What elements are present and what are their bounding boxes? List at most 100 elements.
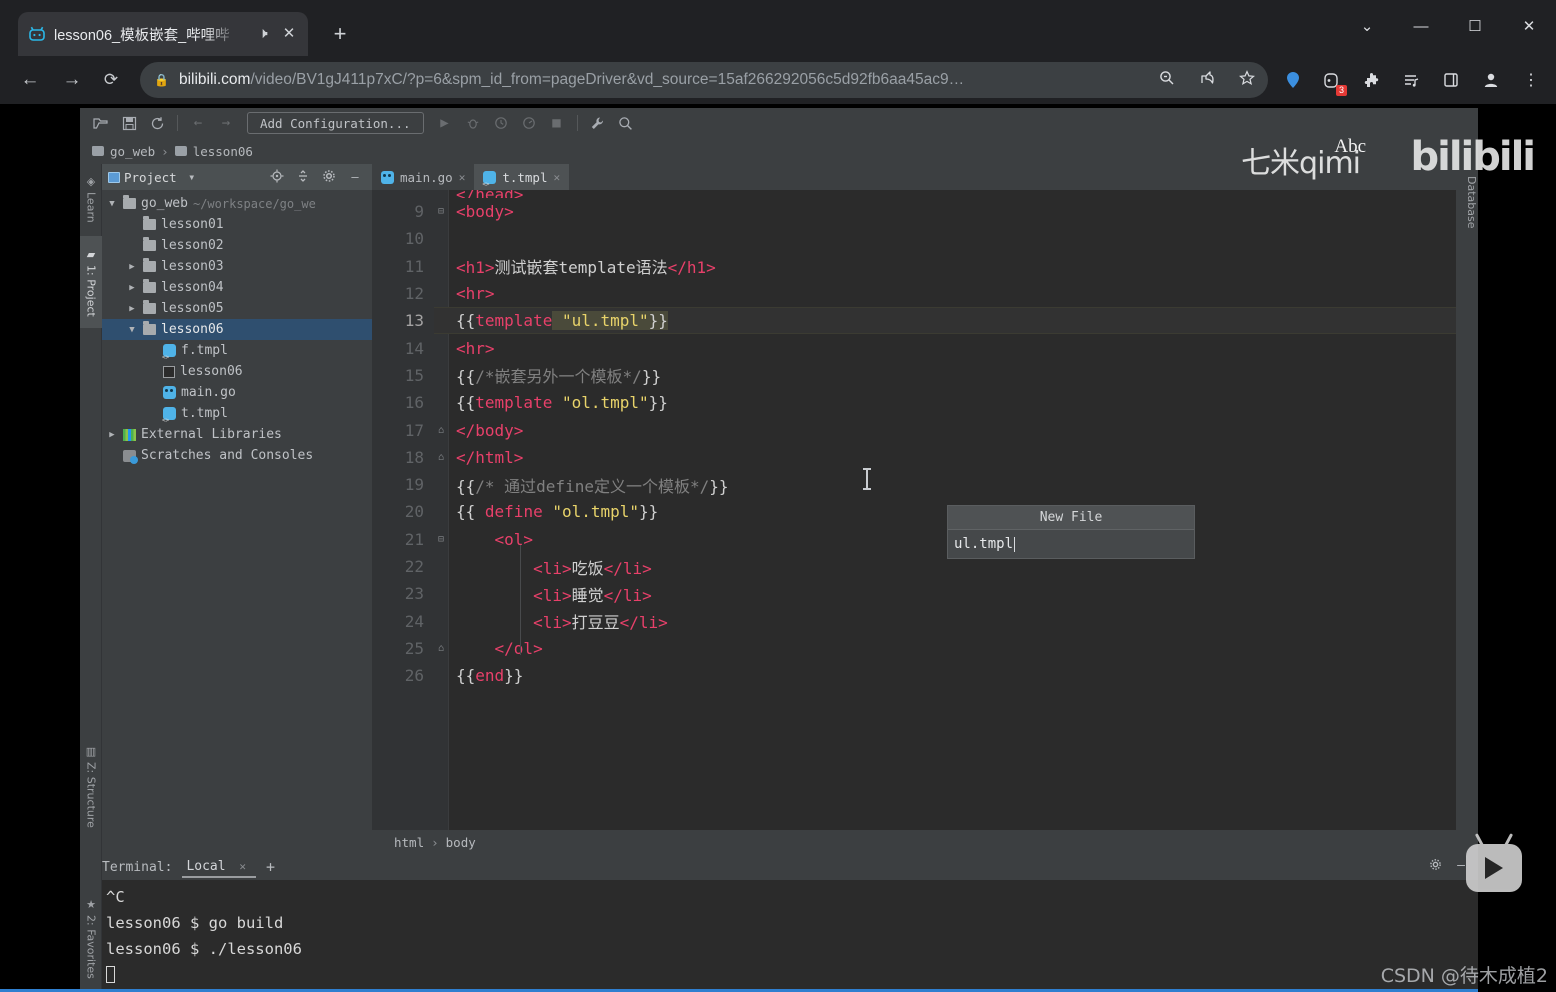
expand-arrow-icon[interactable]: ▼: [126, 325, 138, 335]
side-panel-icon[interactable]: [1436, 66, 1466, 94]
target-icon[interactable]: [266, 169, 288, 186]
fold-marker[interactable]: ⊟: [434, 206, 448, 217]
tab-main-go[interactable]: main.go ✕: [372, 164, 474, 190]
tree-item-external-libraries[interactable]: ▶ External Libraries: [102, 424, 372, 445]
editor-breadcrumb-item-0[interactable]: html: [394, 835, 424, 850]
run-icon[interactable]: ▶: [432, 111, 458, 135]
breadcrumb-item-1[interactable]: lesson06: [193, 144, 253, 159]
speaker-icon[interactable]: 🕨: [254, 25, 272, 43]
minimize-icon[interactable]: —: [344, 170, 366, 184]
open-folder-icon[interactable]: [88, 111, 114, 135]
browser-tab[interactable]: lesson06_模板嵌套_哔哩哔 🕨 ✕: [18, 12, 308, 56]
terminal-tab-local[interactable]: Local ✕: [182, 857, 257, 878]
new-file-dialog[interactable]: New File ul.tmpl: [947, 505, 1195, 559]
go-template-file-icon: [162, 407, 176, 424]
run-coverage-icon[interactable]: [488, 111, 514, 135]
add-terminal-button[interactable]: +: [266, 858, 275, 876]
tab-t-tmpl[interactable]: t.tmpl ✕: [474, 164, 570, 190]
url-bar[interactable]: 🔒 bilibili.com/video/BV1gJ411p7xC/?p=6&s…: [140, 62, 1268, 98]
code-editor[interactable]: ✔ </head> 9 ⊟ <body>: [372, 190, 1478, 830]
sync-icon[interactable]: [144, 111, 170, 135]
tree-item-go-web[interactable]: ▼ go_web ~/workspace/go_we: [102, 193, 372, 214]
sidebar-item-favorites[interactable]: ★ 2: Favorites: [80, 882, 102, 992]
tree-item-lesson01[interactable]: lesson01: [102, 214, 372, 235]
close-icon[interactable]: ✕: [239, 860, 246, 873]
gear-icon[interactable]: [318, 169, 340, 186]
bookmark-star-icon[interactable]: [1232, 69, 1262, 91]
project-panel-title: Project: [124, 169, 177, 185]
sidebar-item-project[interactable]: ▰ 1: Project: [80, 236, 102, 328]
line-number: 16: [404, 393, 424, 413]
tree-item-lesson06[interactable]: lesson06: [102, 361, 372, 382]
wrench-icon[interactable]: [585, 111, 611, 135]
tree-item-label: go_web: [141, 196, 188, 211]
minimize-button[interactable]: —: [1394, 4, 1448, 48]
tab-search-button[interactable]: ⌄: [1340, 4, 1394, 48]
tree-item-lesson02[interactable]: lesson02: [102, 235, 372, 256]
chevron-down-icon[interactable]: ▾: [181, 170, 203, 184]
profile-run-icon[interactable]: [516, 111, 542, 135]
forward-icon[interactable]: →: [56, 64, 88, 96]
tree-item-lesson03[interactable]: ▶ lesson03: [102, 256, 372, 277]
go-template-file-icon: [482, 170, 497, 188]
tree-item-lesson06[interactable]: ▼ lesson06: [102, 319, 372, 340]
breadcrumb-item-0[interactable]: go_web: [110, 144, 155, 159]
fold-marker[interactable]: ⊟: [434, 534, 448, 545]
gear-icon[interactable]: [1426, 858, 1444, 875]
terminal-output[interactable]: ^C lesson06 $ go build lesson06 $ ./less…: [102, 880, 1478, 992]
back-icon[interactable]: ←: [14, 64, 46, 96]
line-number: 9: [414, 202, 424, 222]
zoom-out-icon[interactable]: [1152, 70, 1182, 91]
browser-chrome: lesson06_模板嵌套_哔哩哔 🕨 ✕ + ⌄ — ☐ ✕ ← → ⟳ 🔒 …: [0, 0, 1556, 104]
tree-item-f-tmpl[interactable]: f.tmpl: [102, 340, 372, 361]
indent-guide: [520, 545, 521, 655]
folder-icon: [143, 321, 156, 335]
nav-back-icon[interactable]: ←: [185, 111, 211, 135]
sidebar-item-structure[interactable]: ▥ Z: Structure: [80, 728, 102, 844]
editor-breadcrumb-item-1[interactable]: body: [446, 835, 476, 850]
bilibili-play-icon: [1466, 844, 1522, 892]
collapse-arrow-icon[interactable]: ▶: [106, 430, 118, 440]
sidebar-item-learn[interactable]: ◈ Learn: [80, 168, 102, 230]
tree-item-lesson05[interactable]: ▶ lesson05: [102, 298, 372, 319]
expand-arrow-icon[interactable]: ▼: [106, 199, 118, 209]
maximize-button[interactable]: ☐: [1448, 4, 1502, 48]
save-icon[interactable]: [116, 111, 142, 135]
collapse-arrow-icon[interactable]: ▶: [126, 283, 138, 293]
terminal-line: lesson06 $ go build: [106, 914, 284, 932]
collapse-all-icon[interactable]: [292, 169, 314, 186]
close-icon[interactable]: ✕: [280, 25, 298, 43]
tree-item-main-go[interactable]: main.go: [102, 382, 372, 403]
tree-item-label: External Libraries: [141, 427, 282, 442]
tree-item-t-tmpl[interactable]: t.tmpl: [102, 403, 372, 424]
ide-toolbar: ← → Add Configuration... ▶ ■: [80, 108, 1478, 138]
search-icon[interactable]: [613, 111, 639, 135]
fold-marker[interactable]: ⌂: [434, 643, 448, 654]
fold-marker[interactable]: ⌂: [434, 452, 448, 463]
run-configuration-selector[interactable]: Add Configuration...: [247, 112, 424, 134]
close-icon[interactable]: ✕: [459, 171, 466, 184]
nav-forward-icon[interactable]: →: [213, 111, 239, 135]
code-line-partial: </head>: [372, 190, 1478, 198]
collapse-arrow-icon[interactable]: ▶: [126, 262, 138, 272]
tree-item-lesson04[interactable]: ▶ lesson04: [102, 277, 372, 298]
stop-icon[interactable]: ■: [544, 111, 570, 135]
reload-icon[interactable]: ⟳: [95, 64, 127, 96]
close-icon[interactable]: ✕: [553, 171, 560, 184]
tree-item-scratches-and-consoles[interactable]: Scratches and Consoles: [102, 445, 372, 466]
extension-icon[interactable]: 3: [1316, 66, 1347, 96]
media-list-icon[interactable]: [1396, 66, 1426, 94]
fold-marker[interactable]: ⌂: [434, 425, 448, 436]
close-window-button[interactable]: ✕: [1502, 4, 1556, 48]
new-file-name-input[interactable]: ul.tmpl: [948, 530, 1194, 558]
sidebar-item-label: Learn: [84, 192, 98, 223]
location-pin-icon[interactable]: [1278, 66, 1308, 94]
debug-icon[interactable]: [460, 111, 486, 135]
collapse-arrow-icon[interactable]: ▶: [126, 304, 138, 314]
share-icon[interactable]: [1192, 70, 1222, 91]
new-tab-button[interactable]: +: [325, 20, 355, 50]
puzzle-icon[interactable]: [1356, 66, 1386, 94]
terminal-left-strip: ★ 2: Favorites: [80, 854, 102, 992]
profile-icon[interactable]: [1476, 66, 1506, 94]
three-dot-menu-icon[interactable]: ⋮: [1516, 66, 1546, 94]
